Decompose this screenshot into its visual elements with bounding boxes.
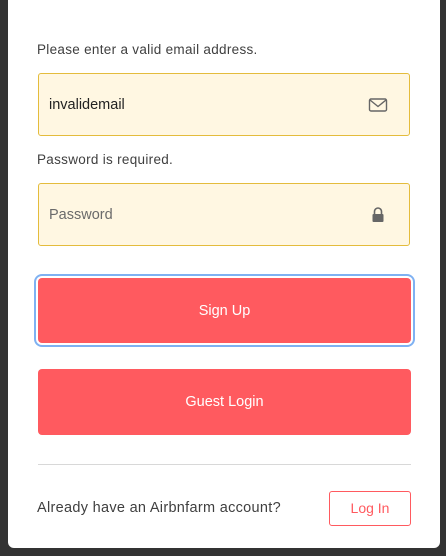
password-field[interactable]: [38, 183, 410, 246]
log-in-button[interactable]: Log In: [329, 491, 411, 526]
sign-up-button[interactable]: Sign Up: [38, 278, 411, 343]
guest-login-button[interactable]: Guest Login: [38, 369, 411, 435]
account-prompt-text: Already have an Airbnfarm account?: [37, 500, 281, 516]
password-input[interactable]: [49, 184, 359, 245]
email-error-message: Please enter a valid email address.: [37, 42, 258, 57]
envelope-icon: [368, 96, 388, 114]
lock-icon: [368, 206, 388, 224]
divider: [38, 464, 411, 465]
signup-modal: Please enter a valid email address. Pass…: [8, 0, 440, 548]
email-field[interactable]: [38, 73, 410, 136]
email-input[interactable]: [49, 74, 359, 135]
password-error-message: Password is required.: [37, 152, 174, 167]
